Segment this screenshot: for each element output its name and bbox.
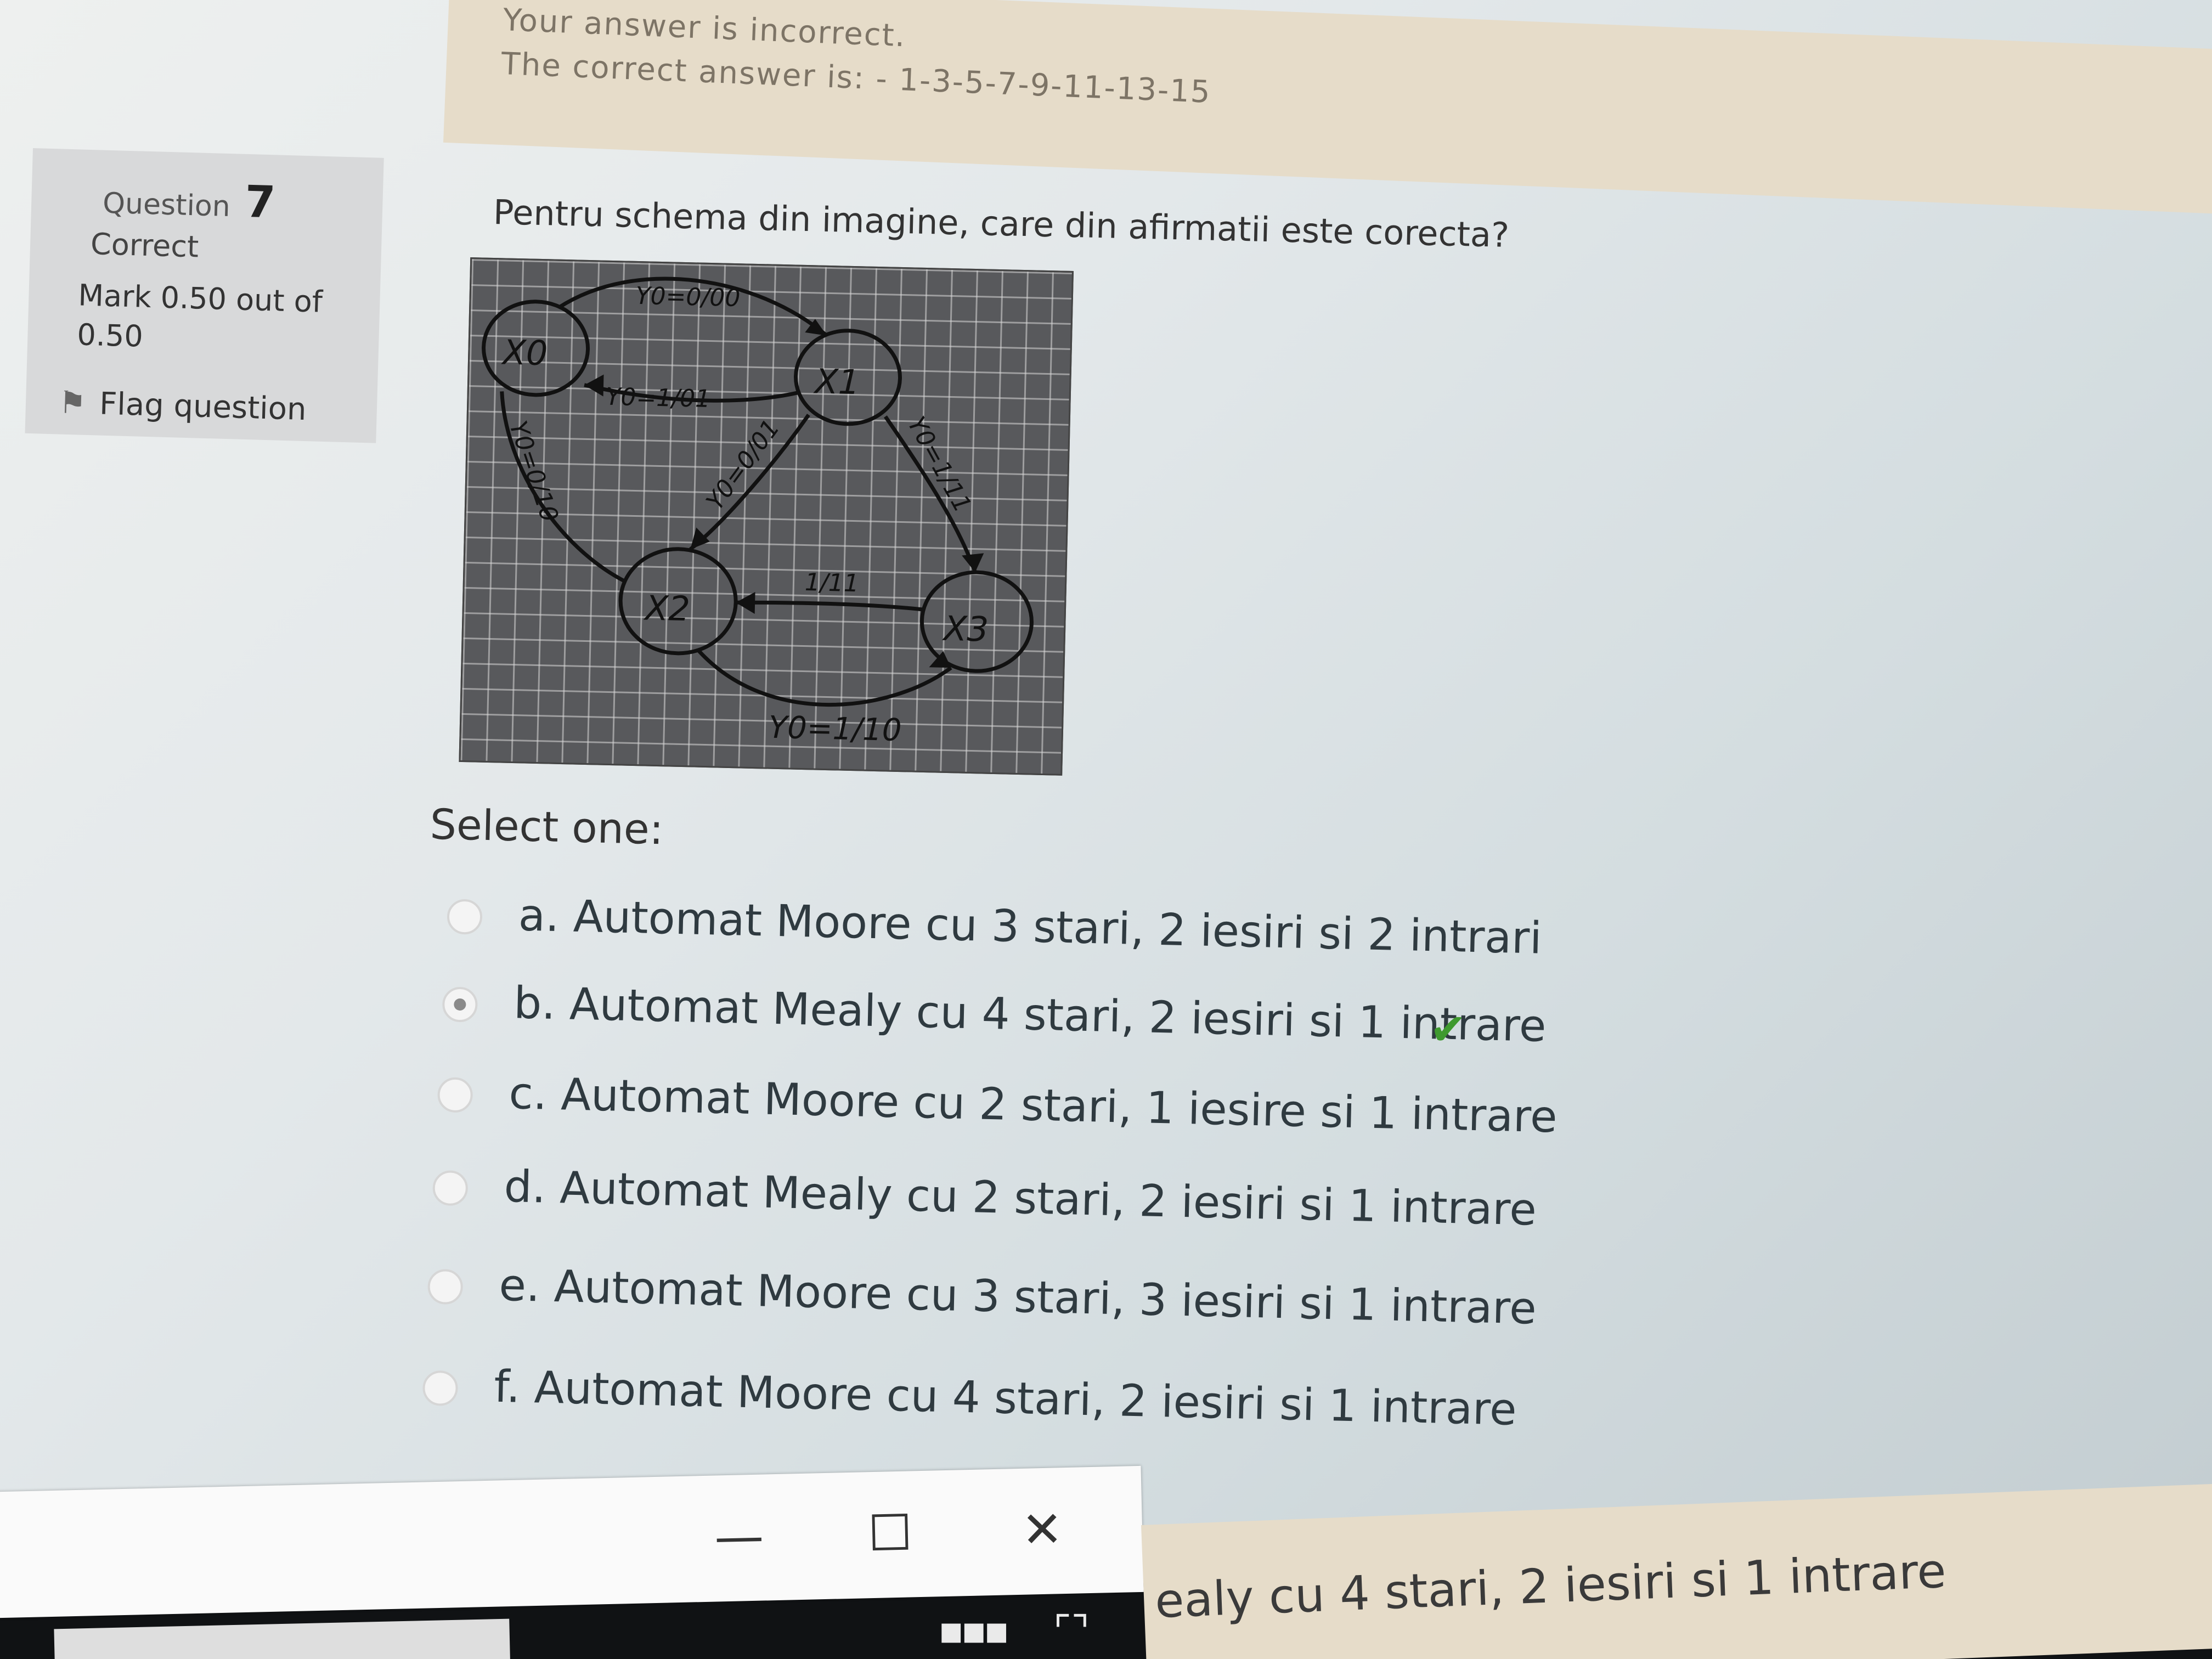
- question-word: Question: [102, 187, 231, 224]
- answer-label-e: e. Automat Moore cu 3 stari, 3 iesiri si…: [498, 1259, 1537, 1334]
- radio-c[interactable]: [437, 1077, 473, 1113]
- state-x2-label: X2: [643, 588, 691, 629]
- answer-label-b: b. Automat Mealy cu 4 stari, 2 iesiri si…: [513, 977, 1547, 1052]
- state-x0-label: X0: [501, 332, 549, 373]
- answer-option-d[interactable]: d. Automat Mealy cu 2 stari, 2 iesiri si…: [432, 1159, 1537, 1235]
- transition-label-2: Y0=1/01: [606, 383, 711, 413]
- arrowhead-x2: [690, 527, 710, 550]
- answer-label-c: c. Automat Moore cu 2 stari, 1 iesire si…: [508, 1068, 1558, 1143]
- arrowhead-x0: [584, 374, 604, 397]
- incorrect-message: Your answer is incorrect.: [502, 2, 907, 54]
- state-x3-label: X3: [941, 608, 989, 650]
- radio-d[interactable]: [432, 1170, 469, 1206]
- window-title-bar: — ☐ ✕: [0, 1465, 1144, 1618]
- correct-answer-line: The correct answer is: - 1-3-5-7-9-11-13…: [500, 46, 1211, 110]
- transition-x3-x2-bottom: [697, 650, 952, 707]
- question-number: Question 7: [102, 172, 276, 228]
- transition-label-1: Y0=0/00: [635, 282, 741, 312]
- state-diagram-image: X0 X1 X2 X3 Y0=0/00 Y0=1/01 Y0=0/01 Y0=0…: [459, 257, 1074, 776]
- feedback-box: Your answer is incorrect. The correct an…: [443, 0, 2212, 216]
- arrowhead-x2-right: [736, 592, 755, 614]
- transition-x2-x3: [736, 600, 923, 612]
- radio-a[interactable]: [447, 899, 483, 935]
- flag-icon: ⚑: [58, 385, 87, 421]
- radio-e[interactable]: [427, 1268, 464, 1305]
- minimize-button[interactable]: —: [714, 1508, 764, 1566]
- task-view-icon[interactable]: ▪▪▪: [938, 1607, 1009, 1652]
- answer-option-f[interactable]: f. Automat Moore cu 4 stari, 2 iesiri si…: [422, 1359, 1517, 1435]
- state-diagram-svg: X0 X1 X2 X3 Y0=0/00 Y0=1/01 Y0=0/01 Y0=0…: [482, 276, 1034, 748]
- question-info-panel: Question 7 Correct Mark 0.50 out of 0.50…: [25, 148, 384, 443]
- radio-b[interactable]: [442, 986, 478, 1023]
- question-number-value: 7: [244, 176, 276, 228]
- question-content: Pentru schema din imagine, care din afir…: [422, 192, 2084, 1599]
- transition-x0-x2: [500, 391, 625, 583]
- select-one-label: Select one:: [429, 799, 664, 854]
- flag-question-link[interactable]: ⚑ Flag question: [58, 385, 307, 428]
- radio-f[interactable]: [422, 1370, 459, 1407]
- answer-option-e[interactable]: e. Automat Moore cu 3 stari, 3 iesiri si…: [427, 1258, 1537, 1334]
- flag-question-label: Flag question: [99, 386, 307, 428]
- answer-label-d: d. Automat Mealy cu 2 stari, 2 iesiri si…: [503, 1160, 1537, 1235]
- state-x1-label: X1: [812, 361, 860, 402]
- answer-option-a[interactable]: a. Automat Moore cu 3 stari, 2 iesiri si…: [447, 888, 1542, 964]
- correct-answer-label: The correct answer is:: [500, 46, 866, 97]
- correct-answer-value: - 1-3-5-7-9-11-13-15: [875, 61, 1212, 110]
- taskbar-search-area[interactable]: [54, 1618, 511, 1659]
- transition-label-7: Y0=1/10: [768, 710, 902, 748]
- question-state: Correct: [90, 227, 200, 264]
- close-button[interactable]: ✕: [1021, 1500, 1064, 1559]
- screen: Your answer is incorrect. The correct an…: [0, 0, 2212, 1659]
- background-answer-text: ealy cu 4 stari, 2 iesiri si 1 intrare: [1154, 1543, 1948, 1629]
- transition-label-6: 1/11: [804, 568, 859, 597]
- checkmark-icon: ✔: [1429, 1003, 1467, 1056]
- answer-label-a: a. Automat Moore cu 3 stari, 2 iesiri si…: [518, 889, 1543, 964]
- maximize-button[interactable]: ☐: [867, 1504, 913, 1562]
- question-text: Pentru schema din imagine, care din afir…: [493, 192, 1510, 256]
- answer-label-f: f. Automat Moore cu 4 stari, 2 iesiri si…: [493, 1361, 1517, 1435]
- corner-bracket-icon[interactable]: ⌜⌝: [1053, 1607, 1090, 1652]
- question-mark: Mark 0.50 out of 0.50: [76, 278, 323, 354]
- answer-option-b[interactable]: b. Automat Mealy cu 4 stari, 2 iesiri si…: [442, 975, 1547, 1056]
- transition-label-4: Y0=0/10: [504, 417, 563, 526]
- answer-option-c[interactable]: c. Automat Moore cu 2 stari, 1 iesire si…: [437, 1066, 1558, 1142]
